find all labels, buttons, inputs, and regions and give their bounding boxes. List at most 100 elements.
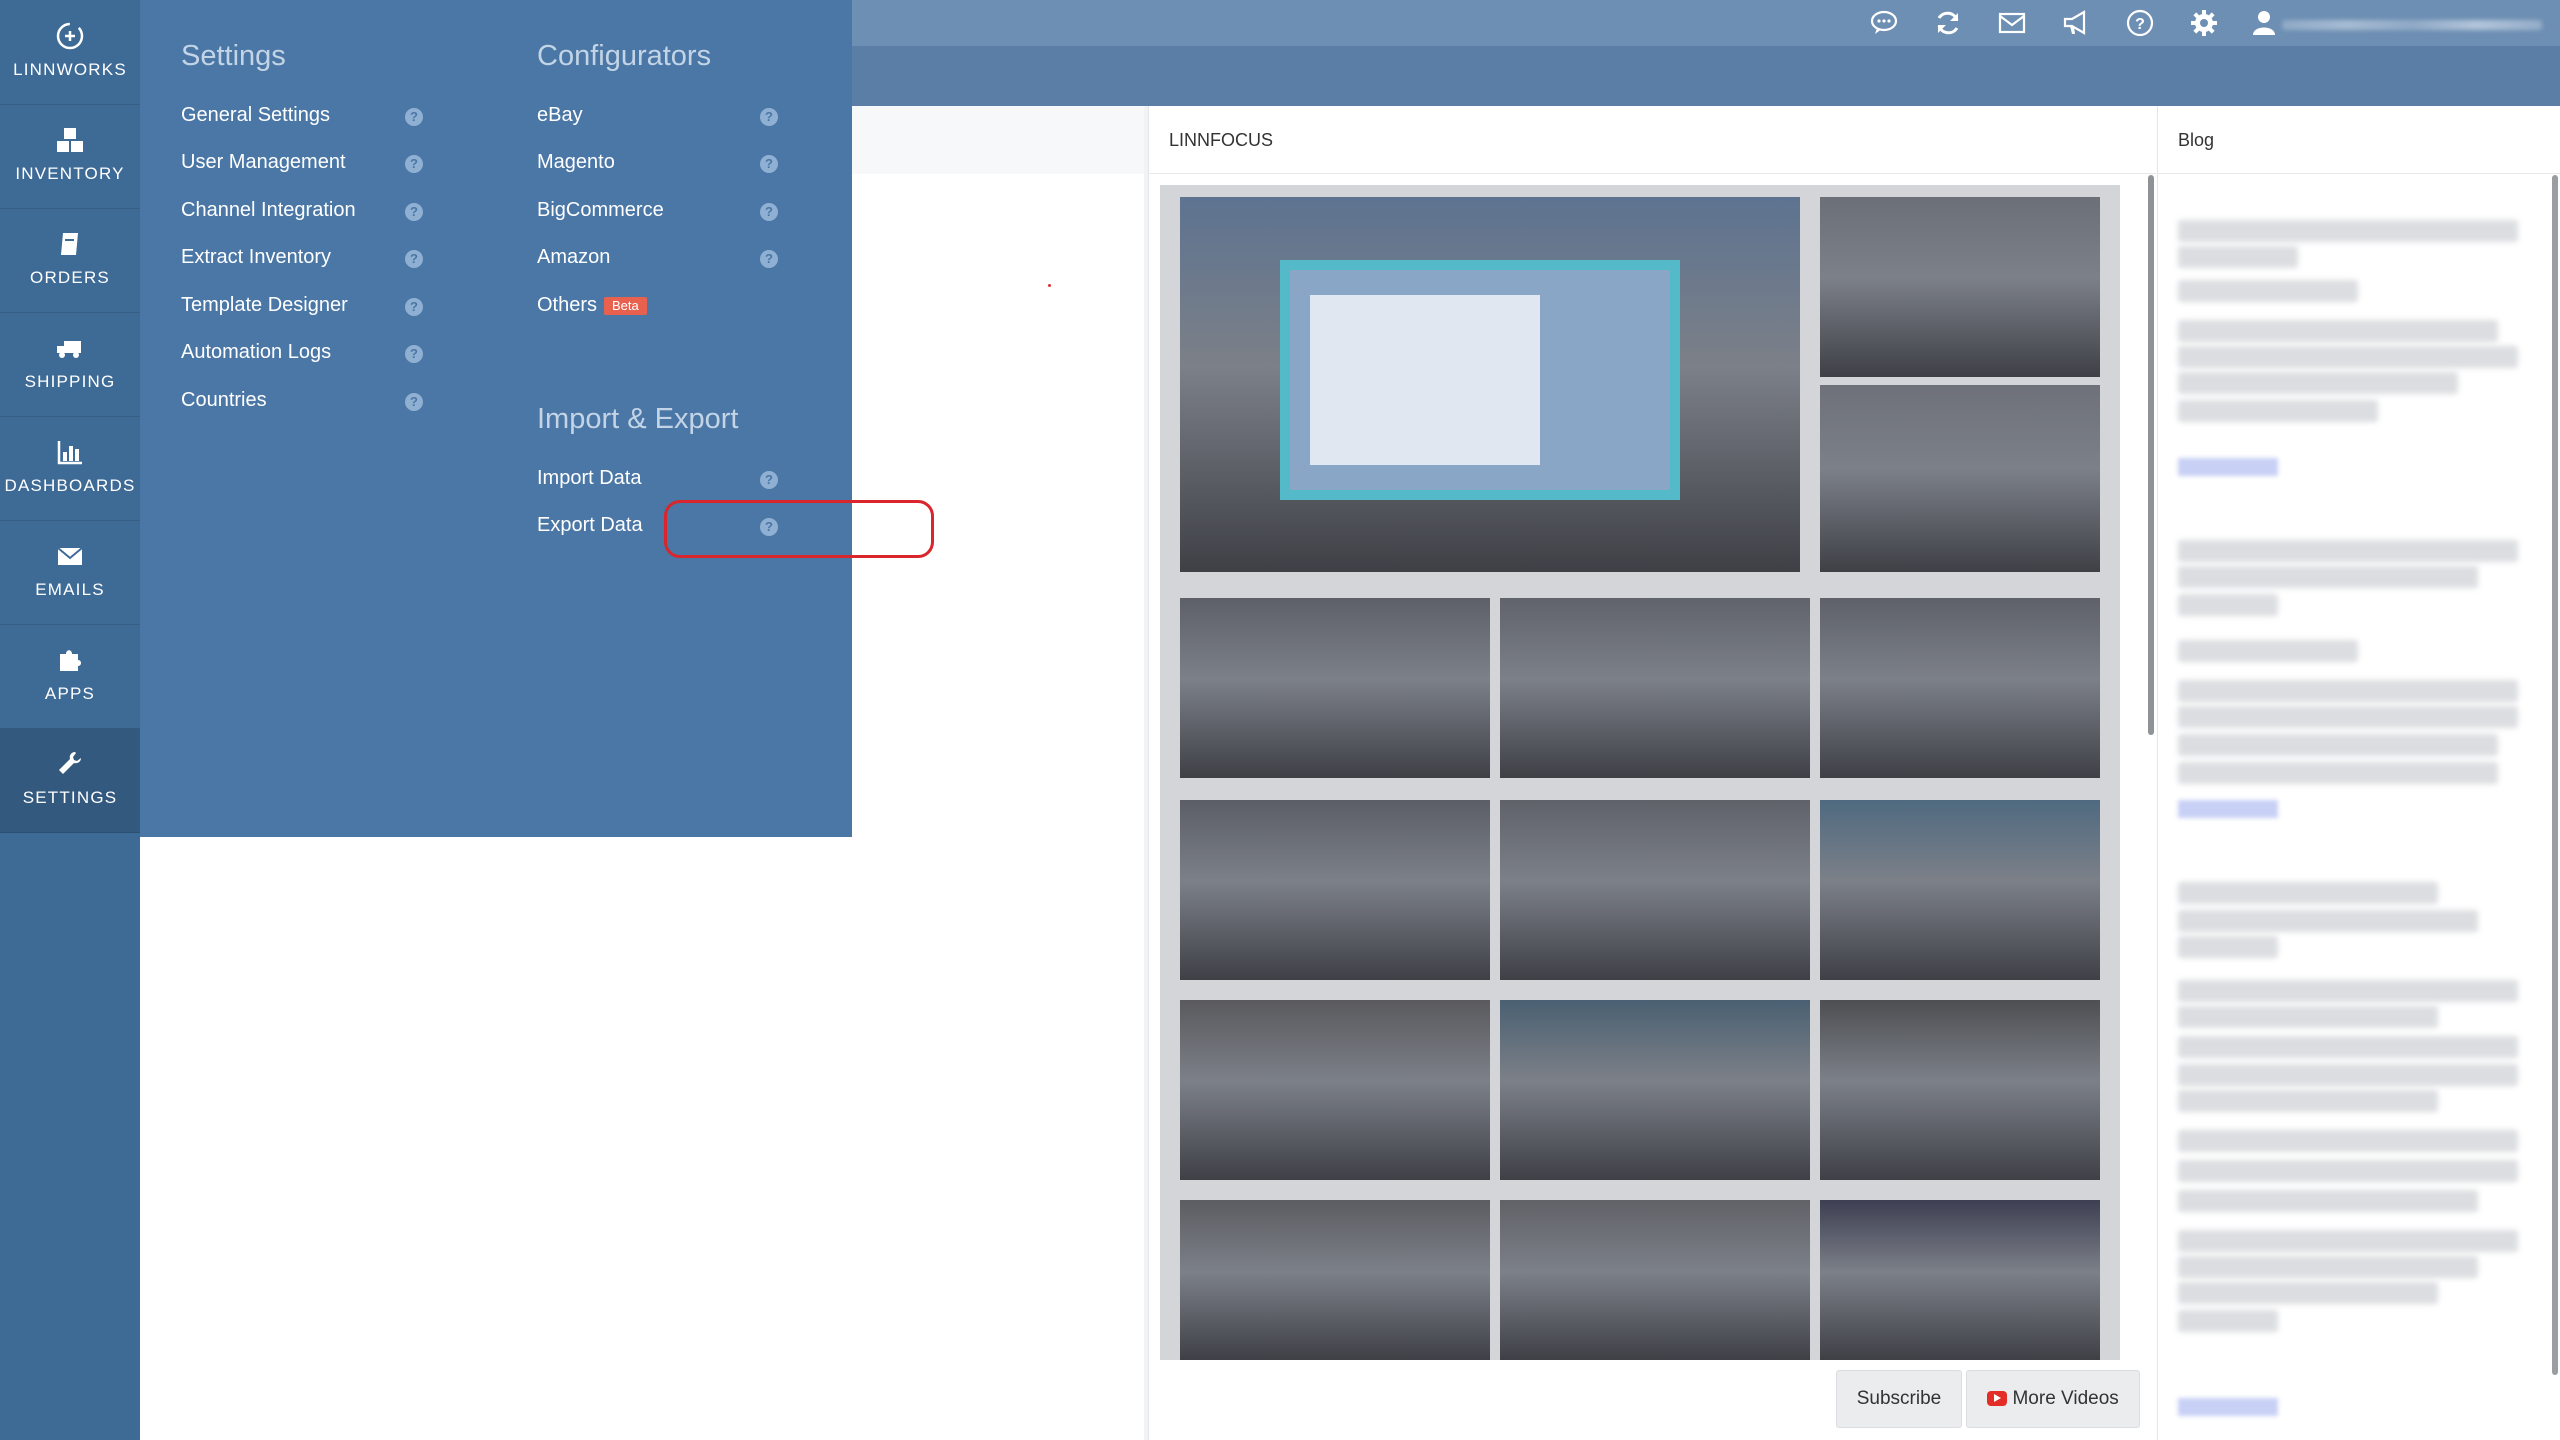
nav-item-settings[interactable]: SETTINGS bbox=[0, 728, 140, 833]
help-icon[interactable]: ? bbox=[405, 345, 423, 363]
menu-link-template-designer[interactable]: Template Designer bbox=[181, 294, 348, 317]
youtube-icon bbox=[1987, 1391, 2008, 1406]
video-thumbnail[interactable] bbox=[1180, 1000, 1490, 1180]
help-icon[interactable]: ? bbox=[405, 155, 423, 173]
video-thumbnail[interactable] bbox=[1500, 1000, 1810, 1180]
menu-link-general-settings[interactable]: General Settings bbox=[181, 104, 330, 127]
nav-item-inventory[interactable]: INVENTORY bbox=[0, 104, 140, 209]
video-thumbnail[interactable] bbox=[1180, 598, 1490, 778]
nav-label: INVENTORY bbox=[15, 164, 125, 183]
configurators-heading: Configurators bbox=[537, 40, 712, 72]
menu-link-amazon[interactable]: Amazon bbox=[537, 246, 610, 269]
redacted-text bbox=[2178, 540, 2518, 562]
settings-heading: Settings bbox=[181, 40, 286, 72]
redacted-text bbox=[2178, 566, 2478, 588]
redacted-text bbox=[2178, 400, 2378, 422]
help-icon[interactable]: ? bbox=[405, 250, 423, 268]
redacted-link[interactable] bbox=[2178, 458, 2278, 476]
video-grid[interactable] bbox=[1160, 185, 2120, 1360]
redacted-text bbox=[2178, 594, 2278, 616]
video-thumbnail[interactable] bbox=[1820, 197, 2100, 377]
redacted-text bbox=[2178, 1256, 2478, 1278]
subscribe-label: Subscribe bbox=[1856, 1388, 1942, 1409]
video-thumbnail[interactable] bbox=[1820, 800, 2100, 980]
export-data-highlight bbox=[664, 500, 934, 558]
redacted-text bbox=[2178, 1130, 2518, 1152]
redacted-text bbox=[2178, 1310, 2278, 1332]
panel-divider bbox=[1148, 173, 2156, 174]
video-thumbnail[interactable] bbox=[1500, 1200, 1810, 1360]
help-icon[interactable]: ? bbox=[405, 393, 423, 411]
nav-label: APPS bbox=[44, 684, 96, 703]
redacted-text bbox=[2178, 980, 2518, 1002]
help-icon[interactable]: ? bbox=[760, 471, 778, 489]
help-icon[interactable]: ? bbox=[760, 155, 778, 173]
redacted-text bbox=[2178, 680, 2518, 702]
nav-item-orders[interactable]: ORDERS bbox=[0, 208, 140, 313]
chat-icon[interactable] bbox=[1868, 7, 1900, 39]
panel-divider bbox=[2158, 173, 2560, 174]
help-icon[interactable]: ? bbox=[405, 203, 423, 221]
help-icon[interactable]: ? bbox=[405, 108, 423, 126]
video-thumbnail[interactable] bbox=[1500, 598, 1810, 778]
menu-link-countries[interactable]: Countries bbox=[181, 389, 267, 412]
blog-scrollbar[interactable] bbox=[2552, 175, 2558, 1375]
wrench-icon bbox=[59, 752, 81, 774]
megaphone-icon[interactable] bbox=[2060, 7, 2092, 39]
user-name-redacted[interactable] bbox=[2282, 20, 2542, 30]
video-thumbnail[interactable] bbox=[1180, 1200, 1490, 1360]
puzzle-icon bbox=[60, 650, 81, 671]
nav-item-linnworks[interactable]: LINNWORKS bbox=[0, 0, 140, 105]
nav-item-shipping[interactable]: SHIPPING bbox=[0, 312, 140, 417]
mail-icon[interactable] bbox=[1996, 7, 2028, 39]
help-icon[interactable]: ? bbox=[405, 298, 423, 316]
video-thumbnail[interactable] bbox=[1820, 598, 2100, 778]
menu-link-automation-logs[interactable]: Automation Logs bbox=[181, 341, 331, 364]
left-navigation: LINNWORKS INVENTORY ORDERS SHIPPING DASH… bbox=[0, 0, 140, 1440]
nav-label: SETTINGS bbox=[22, 788, 118, 807]
menu-link-others[interactable]: Others bbox=[537, 294, 597, 317]
redacted-text bbox=[2178, 246, 2298, 268]
linnworks-logo-icon bbox=[56, 22, 84, 50]
menu-link-channel-integration[interactable]: Channel Integration bbox=[181, 199, 356, 222]
menu-link-extract-inventory[interactable]: Extract Inventory bbox=[181, 246, 331, 269]
redacted-link[interactable] bbox=[2178, 800, 2278, 818]
redacted-text bbox=[2178, 762, 2498, 784]
help-circle-icon[interactable]: ? bbox=[2124, 7, 2156, 39]
user-icon[interactable] bbox=[2248, 7, 2280, 39]
video-thumbnail[interactable] bbox=[1500, 800, 1810, 980]
subscribe-button[interactable]: Subscribe bbox=[1836, 1370, 1962, 1428]
redacted-text bbox=[2178, 1036, 2518, 1058]
more-videos-button[interactable]: More Videos bbox=[1966, 1370, 2140, 1428]
video-thumbnail[interactable] bbox=[1820, 1200, 2100, 1360]
menu-link-ebay[interactable]: eBay bbox=[537, 104, 583, 127]
menu-link-user-management[interactable]: User Management bbox=[181, 151, 346, 174]
redacted-text bbox=[2178, 1190, 2478, 1212]
nav-label: ORDERS bbox=[30, 268, 110, 287]
refresh-icon[interactable] bbox=[1932, 7, 1964, 39]
nav-item-dashboards[interactable]: DASHBOARDS bbox=[0, 416, 140, 521]
video-thumbnail[interactable] bbox=[1820, 385, 2100, 572]
nav-item-apps[interactable]: APPS bbox=[0, 624, 140, 729]
video-scrollbar[interactable] bbox=[2148, 175, 2154, 735]
redacted-text bbox=[2178, 346, 2518, 368]
menu-link-import-data[interactable]: Import Data bbox=[537, 467, 641, 490]
redacted-text bbox=[2178, 1006, 2438, 1028]
menu-link-bigcommerce[interactable]: BigCommerce bbox=[537, 199, 664, 222]
content-left-header bbox=[852, 106, 1144, 174]
video-thumbnail[interactable] bbox=[1180, 800, 1490, 980]
nav-item-emails[interactable]: EMAILS bbox=[0, 520, 140, 625]
help-icon[interactable]: ? bbox=[760, 250, 778, 268]
redacted-link[interactable] bbox=[2178, 1398, 2278, 1416]
redacted-text bbox=[2178, 640, 2358, 662]
help-icon[interactable]: ? bbox=[760, 108, 778, 126]
gear-icon[interactable] bbox=[2188, 7, 2220, 39]
help-icon[interactable]: ? bbox=[760, 203, 778, 221]
boxes-icon bbox=[57, 128, 83, 152]
envelope-icon bbox=[57, 547, 83, 565]
menu-link-magento[interactable]: Magento bbox=[537, 151, 615, 174]
bar-chart-icon bbox=[57, 441, 82, 465]
video-thumbnail[interactable] bbox=[1820, 1000, 2100, 1180]
menu-link-export-data[interactable]: Export Data bbox=[537, 514, 643, 537]
redacted-text bbox=[2178, 280, 2358, 302]
